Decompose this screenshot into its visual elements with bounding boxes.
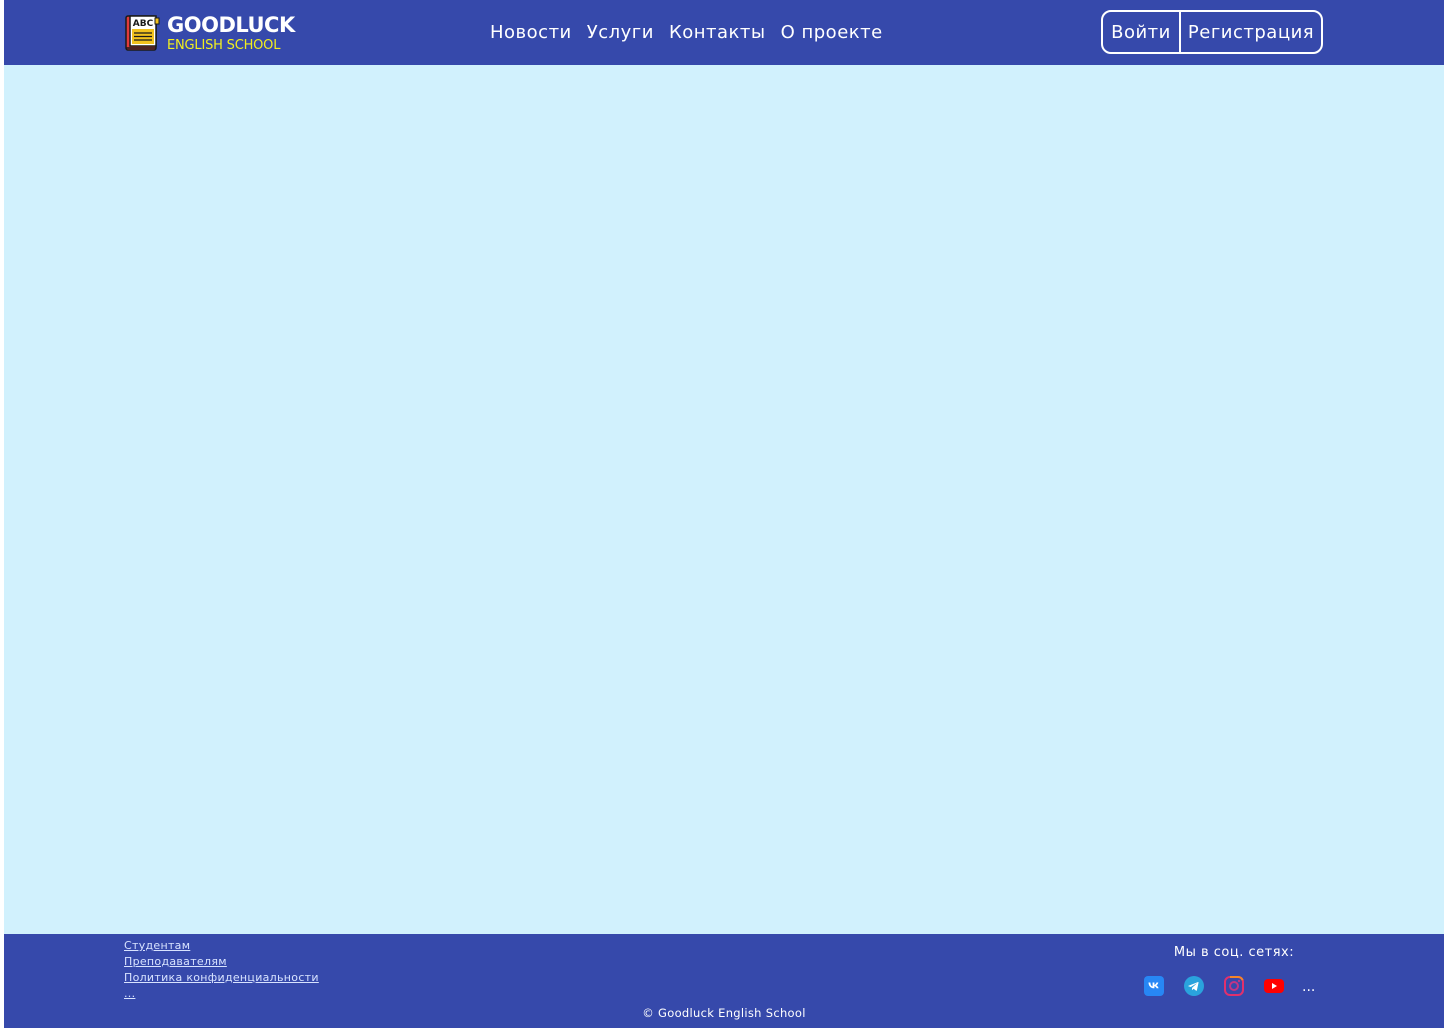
page-frame: ABC GOODLUCK ENGLISH SCHOOL Новости Услу… (4, 0, 1444, 1028)
nav-link-services[interactable]: Услуги (587, 22, 654, 43)
auth-button-group: Войти Регистрация (1101, 10, 1323, 54)
footer-link-students[interactable]: Студентам (124, 938, 319, 954)
footer-links: Студентам Преподавателям Политика конфид… (124, 938, 319, 1002)
main-nav: Новости Услуги Контакты О проекте (490, 0, 883, 65)
social-icons: ... (1144, 976, 1315, 996)
login-button[interactable]: Войти (1103, 12, 1181, 52)
footer-link-privacy[interactable]: Политика конфиденциальности (124, 970, 319, 986)
logo-text: GOODLUCK ENGLISH SCHOOL (167, 12, 295, 53)
vk-icon[interactable] (1144, 976, 1164, 996)
logo-title: GOODLUCK (167, 12, 295, 37)
site-header: ABC GOODLUCK ENGLISH SCHOOL Новости Услу… (4, 0, 1444, 65)
copyright: © Goodluck English School (642, 1006, 806, 1020)
nav-link-news[interactable]: Новости (490, 22, 572, 43)
site-footer: Студентам Преподавателям Политика конфид… (4, 934, 1444, 1028)
footer-link-teachers[interactable]: Преподавателям (124, 954, 319, 970)
register-button[interactable]: Регистрация (1181, 12, 1321, 52)
telegram-icon[interactable] (1184, 976, 1204, 996)
youtube-icon[interactable] (1264, 976, 1284, 996)
site-logo[interactable]: ABC GOODLUCK ENGLISH SCHOOL (124, 12, 295, 54)
logo-icon-text: ABC (133, 19, 154, 29)
abc-book-icon: ABC (125, 15, 160, 51)
logo-subtitle: ENGLISH SCHOOL (167, 37, 281, 53)
social-title: Мы в соц. сетях: (1173, 945, 1295, 960)
instagram-icon[interactable] (1224, 976, 1244, 996)
footer-link-more[interactable]: ... (124, 986, 319, 1002)
nav-link-about[interactable]: О проекте (781, 22, 883, 43)
nav-link-contacts[interactable]: Контакты (669, 22, 766, 43)
social-more[interactable]: ... (1302, 979, 1315, 995)
